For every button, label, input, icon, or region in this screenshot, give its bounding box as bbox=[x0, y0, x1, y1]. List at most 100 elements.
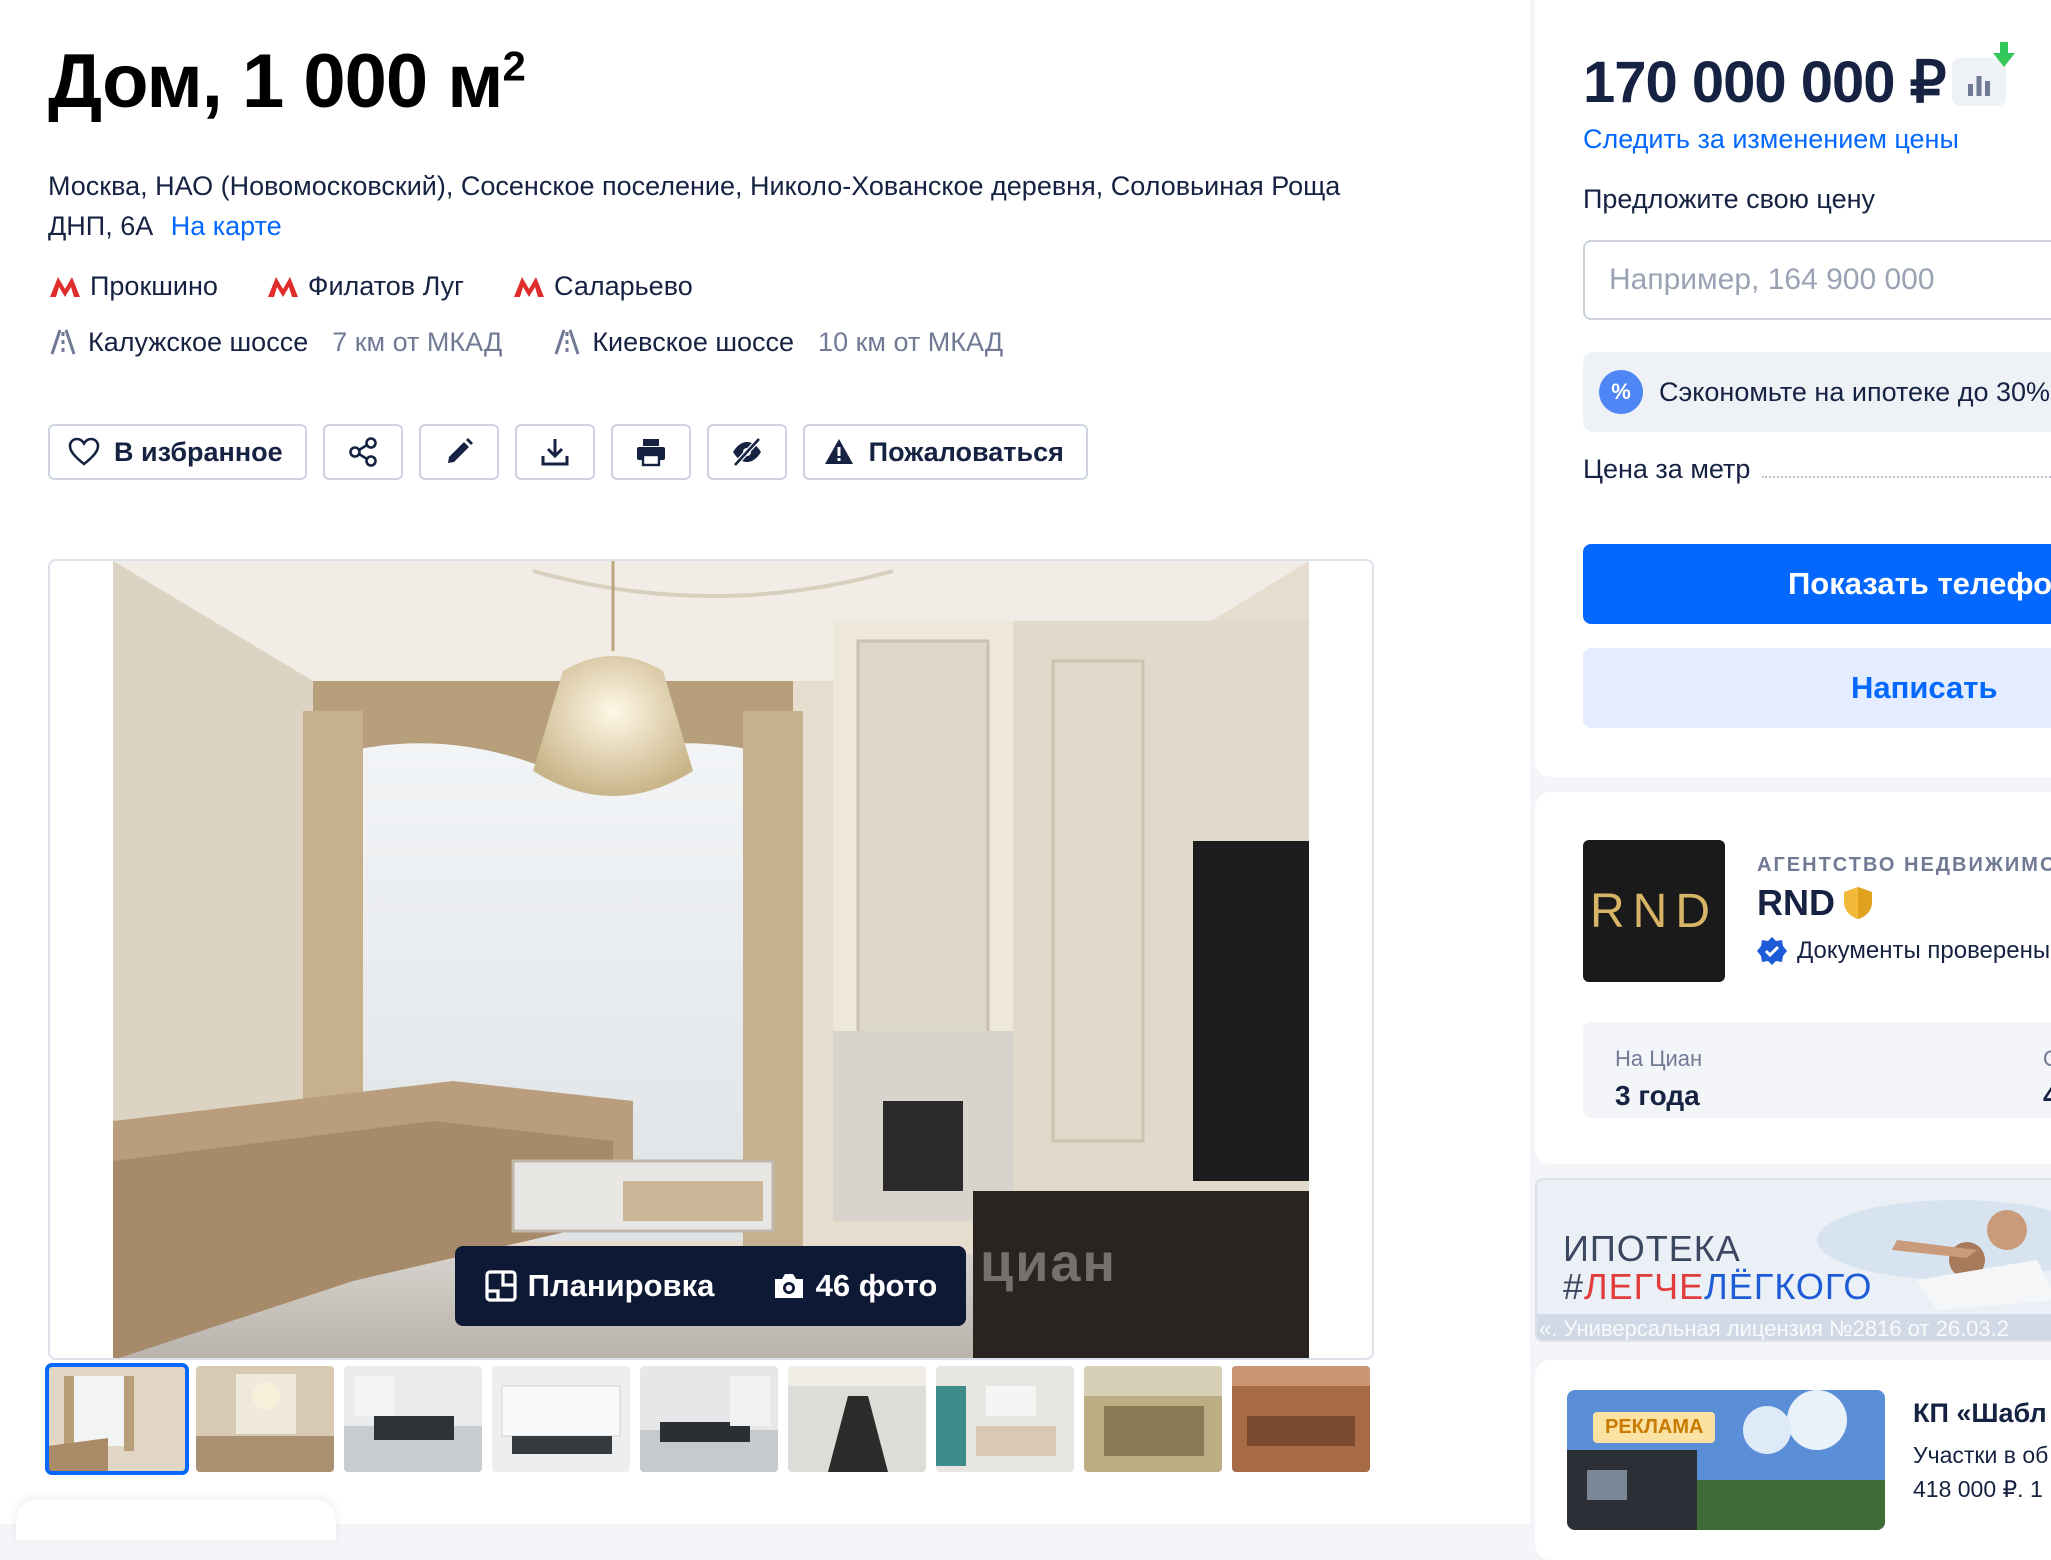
agent-name: RND bbox=[1757, 882, 1835, 923]
promo-image bbox=[1567, 1390, 1885, 1530]
stat-listings-label: Об bbox=[2043, 1046, 2051, 1072]
listing-main-column: Дом, 1 000 м2 Москва, НАО (Новомосковски… bbox=[0, 0, 1530, 1540]
stat-on-cian-label: На Циан bbox=[1615, 1046, 1703, 1071]
highway-name: Калужское шоссе bbox=[88, 326, 309, 357]
layout-button[interactable]: Планировка bbox=[484, 1268, 715, 1304]
thumbnail[interactable] bbox=[1084, 1366, 1222, 1472]
warning-icon bbox=[824, 439, 853, 464]
page-title: Дом, 1 000 м2 bbox=[48, 39, 526, 124]
metro-station[interactable]: Саларьево bbox=[512, 271, 693, 302]
agent-type: АГЕНТСТВО НЕДВИЖИМОСТИ bbox=[1757, 854, 2051, 876]
thumbnail[interactable] bbox=[196, 1366, 334, 1472]
thumbnail[interactable] bbox=[1232, 1366, 1370, 1472]
complain-button[interactable]: Пожаловаться bbox=[802, 424, 1088, 480]
agent-stats: На Циан 3 года Об 49 bbox=[1583, 1022, 2051, 1118]
ad-line2: #ЛЕГЧЕЛЁГКОГО bbox=[1563, 1266, 1873, 1307]
follow-price-link[interactable]: Следить за изменением цены bbox=[1583, 124, 1959, 155]
write-message-button[interactable]: Написать bbox=[1583, 648, 2051, 728]
sidebar: 170 000 000 ₽ Следить за изменением цены… bbox=[1535, 0, 2051, 1560]
verified-text: Документы проверены bbox=[1797, 937, 2051, 964]
promo-card[interactable]: РЕКЛАМА КП «Шабл Участки в об 418 000 ₽.… bbox=[1535, 1360, 2051, 1560]
agent-name-row[interactable]: RND bbox=[1757, 882, 1873, 924]
favorite-label: В избранное bbox=[114, 436, 283, 467]
highway: Калужское шоссе 7 км от МКАД bbox=[48, 327, 502, 358]
mortgage-ad-banner[interactable]: ИПОТЕКА #ЛЕГЧЕЛЁГКОГО «. Универсальная л… bbox=[1535, 1178, 2051, 1342]
metro-station-name: Филатов Луг bbox=[307, 270, 465, 301]
verified-badge-icon bbox=[1757, 937, 1787, 965]
floating-panel-edge bbox=[16, 1500, 336, 1540]
heart-icon bbox=[68, 437, 100, 466]
share-icon bbox=[348, 437, 377, 467]
metro-icon bbox=[514, 277, 545, 297]
main-photo[interactable] bbox=[113, 561, 1309, 1358]
edit-note-button[interactable] bbox=[418, 424, 499, 480]
share-button[interactable] bbox=[322, 424, 403, 480]
promo-line1: Участки в об bbox=[1913, 1442, 2049, 1468]
thumbnail-strip bbox=[45, 1363, 1370, 1475]
camera-icon bbox=[774, 1274, 803, 1298]
thumbnail[interactable] bbox=[344, 1366, 482, 1472]
photo-controls: Планировка 46 фото bbox=[455, 1246, 966, 1326]
documents-verified: Документы проверены bbox=[1757, 936, 2050, 966]
metro-station[interactable]: Филатов Луг bbox=[266, 271, 464, 302]
thumbnail[interactable] bbox=[788, 1366, 926, 1472]
pencil-icon bbox=[447, 438, 473, 463]
promo-title: КП «Шабл bbox=[1913, 1398, 2047, 1428]
floorplan-icon bbox=[485, 1270, 517, 1302]
metro-station[interactable]: Прокшино bbox=[48, 271, 218, 302]
address: Москва, НАО (Новомосковский), Сосенское … bbox=[48, 166, 1408, 246]
offer-price-input[interactable] bbox=[1583, 240, 2051, 320]
offer-price-label: Предложите свою цену bbox=[1583, 184, 1875, 214]
download-button[interactable] bbox=[514, 424, 595, 480]
mortgage-text: Сэкономьте на ипотеке до 30% bbox=[1659, 376, 2051, 407]
price-per-meter-row: Цена за метр bbox=[1583, 454, 2051, 485]
highway: Киевское шоссе 10 км от МКАД bbox=[552, 327, 1003, 358]
highway-distance: 7 км от МКАД bbox=[332, 326, 503, 357]
print-button[interactable] bbox=[610, 424, 691, 480]
hide-eye-icon bbox=[732, 437, 761, 467]
layout-label: Планировка bbox=[527, 1268, 715, 1303]
ad-line1: ИПОТЕКА bbox=[1563, 1228, 1741, 1269]
ad-badge: РЕКЛАМА bbox=[1593, 1412, 1716, 1443]
thumbnail[interactable] bbox=[640, 1366, 778, 1472]
road-icon bbox=[554, 329, 580, 355]
on-map-link[interactable]: На карте bbox=[171, 211, 282, 241]
thumbnail[interactable] bbox=[936, 1366, 1074, 1472]
dotted-leader bbox=[1762, 476, 2051, 478]
metro-station-name: Саларьево bbox=[554, 270, 693, 301]
highways: Калужское шоссе 7 км от МКАД Киевское шо… bbox=[48, 322, 1003, 362]
thumbnail[interactable] bbox=[492, 1366, 630, 1472]
price-per-meter-label: Цена за метр bbox=[1583, 454, 1751, 484]
action-bar: В избранное Пожаловаться bbox=[48, 424, 1088, 480]
highway-distance: 10 км от МКАД bbox=[818, 326, 1004, 357]
hide-button[interactable] bbox=[706, 424, 787, 480]
photos-count: 46 фото bbox=[815, 1268, 938, 1303]
shield-icon bbox=[1844, 887, 1872, 919]
agent-logo[interactable]: RND bbox=[1583, 840, 1725, 982]
complain-label: Пожаловаться bbox=[868, 436, 1064, 467]
metro-station-name: Прокшино bbox=[90, 270, 218, 301]
agent-card: RND АГЕНТСТВО НЕДВИЖИМОСТИ RND Документы… bbox=[1535, 792, 2051, 1164]
photos-button[interactable]: 46 фото bbox=[772, 1268, 938, 1304]
favorite-button[interactable]: В избранное bbox=[48, 424, 307, 480]
living-room-photo bbox=[113, 561, 1309, 1358]
show-phone-button[interactable]: Показать телефон bbox=[1583, 544, 2051, 624]
watermark: циан bbox=[980, 1233, 1118, 1293]
highway-name: Киевское шоссе bbox=[592, 326, 795, 357]
metro-icon bbox=[50, 277, 80, 297]
price-down-arrow-icon bbox=[1993, 42, 2015, 67]
price: 170 000 000 ₽ bbox=[1583, 50, 1947, 115]
download-icon bbox=[541, 439, 569, 466]
mortgage-percent-icon: % bbox=[1599, 370, 1643, 414]
metro-stations: Прокшино Филатов Луг Саларьево bbox=[48, 266, 693, 306]
stat-on-cian-value: 3 года bbox=[1615, 1080, 1700, 1111]
mortgage-banner[interactable]: % Сэкономьте на ипотеке до 30% bbox=[1583, 352, 2051, 432]
photo-gallery[interactable] bbox=[48, 559, 1374, 1360]
promo-line2: 418 000 ₽. 1 bbox=[1913, 1476, 2043, 1502]
printer-icon bbox=[636, 439, 665, 467]
bar-chart-icon bbox=[1968, 76, 1990, 96]
ad-license: «. Универсальная лицензия №2816 от 26.03… bbox=[1537, 1314, 2051, 1340]
stat-listings-value: 49 bbox=[2043, 1080, 2051, 1111]
thumbnail[interactable] bbox=[45, 1363, 189, 1475]
road-icon bbox=[50, 329, 76, 355]
